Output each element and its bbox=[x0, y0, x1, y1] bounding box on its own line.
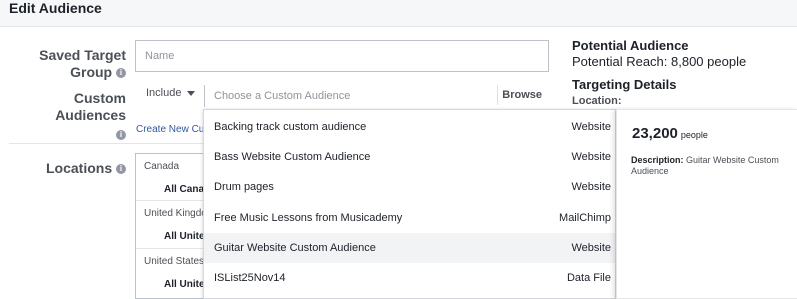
dropdown-item-name: ISList25Nov14 bbox=[214, 272, 286, 284]
dropdown-item-type: Website bbox=[571, 242, 611, 254]
info-icon[interactable]: i bbox=[116, 130, 126, 141]
dropdown-item-type: MailChimp bbox=[559, 212, 611, 224]
info-icon[interactable]: i bbox=[116, 68, 126, 79]
targeting-details-title: Targeting Details bbox=[572, 77, 677, 92]
dropdown-item[interactable]: Backing track custom audience Website bbox=[204, 112, 615, 142]
dropdown-item[interactable]: Bass Website Custom Audience Website bbox=[204, 142, 615, 172]
audience-description-label: Description: bbox=[631, 155, 684, 165]
dropdown-item-name: Drum pages bbox=[214, 181, 274, 193]
potential-reach-text: Potential Reach: 8,800 people bbox=[572, 54, 747, 69]
create-new-custom-audience-link[interactable]: Create New Cu bbox=[136, 124, 204, 135]
dropdown-item-type: Data File bbox=[566, 272, 611, 284]
custom-audiences-label-text: Custom Audiences bbox=[55, 90, 126, 123]
custom-audience-dropdown[interactable]: Backing track custom audience Website Ba… bbox=[203, 109, 616, 299]
chevron-down-icon bbox=[187, 90, 196, 96]
include-label: Include bbox=[146, 87, 182, 99]
dialog-title: Edit Audience bbox=[9, 0, 102, 16]
dropdown-item[interactable]: ISList25Nov14 Data File bbox=[204, 263, 615, 293]
dropdown-item[interactable]: Drum pages Website bbox=[204, 172, 615, 202]
saved-target-group-name-input[interactable] bbox=[135, 40, 549, 72]
audience-description: Description: Guitar Website Custom Audie… bbox=[631, 155, 796, 177]
location-detail-label: Location: bbox=[572, 95, 622, 107]
saved-target-group-label: Saved Target Group i bbox=[15, 47, 126, 81]
dropdown-item-highlighted[interactable]: Guitar Website Custom Audience Website bbox=[204, 233, 615, 263]
audience-size-unit: people bbox=[680, 130, 708, 140]
dialog-header: Edit Audience bbox=[0, 0, 797, 27]
browse-button[interactable]: Browse bbox=[497, 85, 549, 105]
saved-target-group-label-line1: Saved Target bbox=[39, 47, 126, 63]
locations-label-text: Locations bbox=[45, 160, 113, 176]
include-dropdown[interactable]: Include bbox=[146, 87, 196, 99]
dropdown-item-name: Free Music Lessons from Musicademy bbox=[214, 212, 403, 224]
dropdown-item-name: Bass Website Custom Audience bbox=[214, 151, 371, 163]
dropdown-item[interactable]: Free Music Lessons from Musicademy MailC… bbox=[204, 203, 615, 233]
potential-audience-title: Potential Audience bbox=[572, 38, 689, 53]
saved-target-group-label-line2: Group bbox=[70, 64, 113, 80]
dropdown-item-name: Backing track custom audience bbox=[214, 121, 367, 133]
locations-label: Locations i bbox=[30, 160, 126, 177]
audience-hover-card: 23,200 people Description: Guitar Website… bbox=[616, 109, 797, 299]
info-icon[interactable]: i bbox=[116, 164, 126, 175]
dropdown-item-name: Guitar Website Custom Audience bbox=[214, 242, 376, 254]
audience-size-count: 23,200 bbox=[632, 125, 678, 142]
audience-size: 23,200 people bbox=[632, 125, 708, 142]
dropdown-item-type: Website bbox=[571, 121, 611, 133]
custom-audiences-label: Custom Audiences i bbox=[5, 90, 126, 143]
dropdown-item-type: Website bbox=[571, 181, 611, 193]
dropdown-item-type: Website bbox=[571, 151, 611, 163]
